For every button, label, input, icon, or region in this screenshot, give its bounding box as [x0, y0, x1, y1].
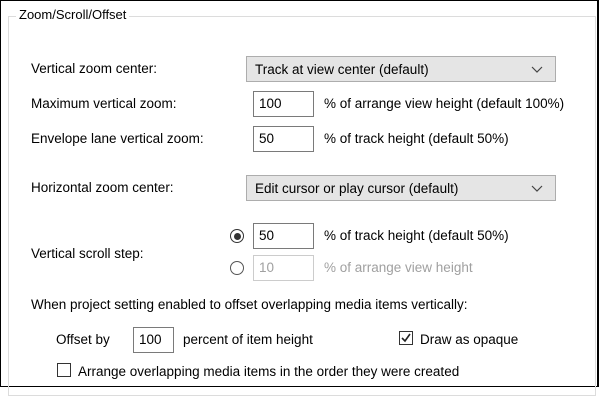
- max-vertical-zoom-input[interactable]: 100: [253, 91, 314, 117]
- chevron-down-icon: [531, 66, 543, 73]
- offset-by-label: Offset by: [56, 332, 110, 347]
- arrange-order-checkbox[interactable]: [57, 363, 71, 377]
- envelope-lane-zoom-label: Envelope lane vertical zoom:: [31, 131, 204, 146]
- offset-percent-input[interactable]: 100: [133, 327, 174, 353]
- envelope-lane-zoom-suffix: % of track height (default 50%): [324, 131, 509, 146]
- vertical-scroll-step-label: Vertical scroll step:: [31, 246, 144, 261]
- offset-section-heading: When project setting enabled to offset o…: [31, 297, 468, 312]
- group-title: Zoom/Scroll/Offset: [16, 7, 130, 22]
- scroll-step-arrange-height-radio[interactable]: [230, 261, 244, 275]
- max-vertical-zoom-label: Maximum vertical zoom:: [31, 96, 177, 111]
- draw-opaque-checkbox[interactable]: [399, 331, 413, 345]
- horizontal-zoom-center-label: Horizontal zoom center:: [31, 180, 174, 195]
- vertical-zoom-center-dropdown[interactable]: Track at view center (default): [246, 56, 556, 82]
- arrange-order-label: Arrange overlapping media items in the o…: [78, 364, 460, 379]
- horizontal-zoom-center-value: Edit cursor or play cursor (default): [255, 180, 459, 196]
- vertical-zoom-center-value: Track at view center (default): [255, 61, 429, 77]
- vertical-zoom-center-label: Vertical zoom center:: [31, 61, 158, 76]
- envelope-lane-zoom-input[interactable]: 50: [253, 126, 314, 152]
- offset-percent-suffix: percent of item height: [183, 332, 313, 347]
- scroll-step-track-height-radio[interactable]: [230, 229, 244, 243]
- scroll-step-track-height-suffix: % of track height (default 50%): [324, 228, 509, 243]
- checkmark-icon: [401, 333, 411, 343]
- chevron-down-icon: [531, 185, 543, 192]
- scroll-step-arrange-height-suffix: % of arrange view height: [324, 260, 473, 275]
- horizontal-zoom-center-dropdown[interactable]: Edit cursor or play cursor (default): [246, 175, 556, 201]
- scroll-step-arrange-height-input[interactable]: 10: [253, 255, 314, 281]
- scroll-step-track-height-input[interactable]: 50: [253, 223, 314, 249]
- max-vertical-zoom-suffix: % of arrange view height (default 100%): [324, 96, 565, 111]
- draw-opaque-label: Draw as opaque: [420, 332, 519, 347]
